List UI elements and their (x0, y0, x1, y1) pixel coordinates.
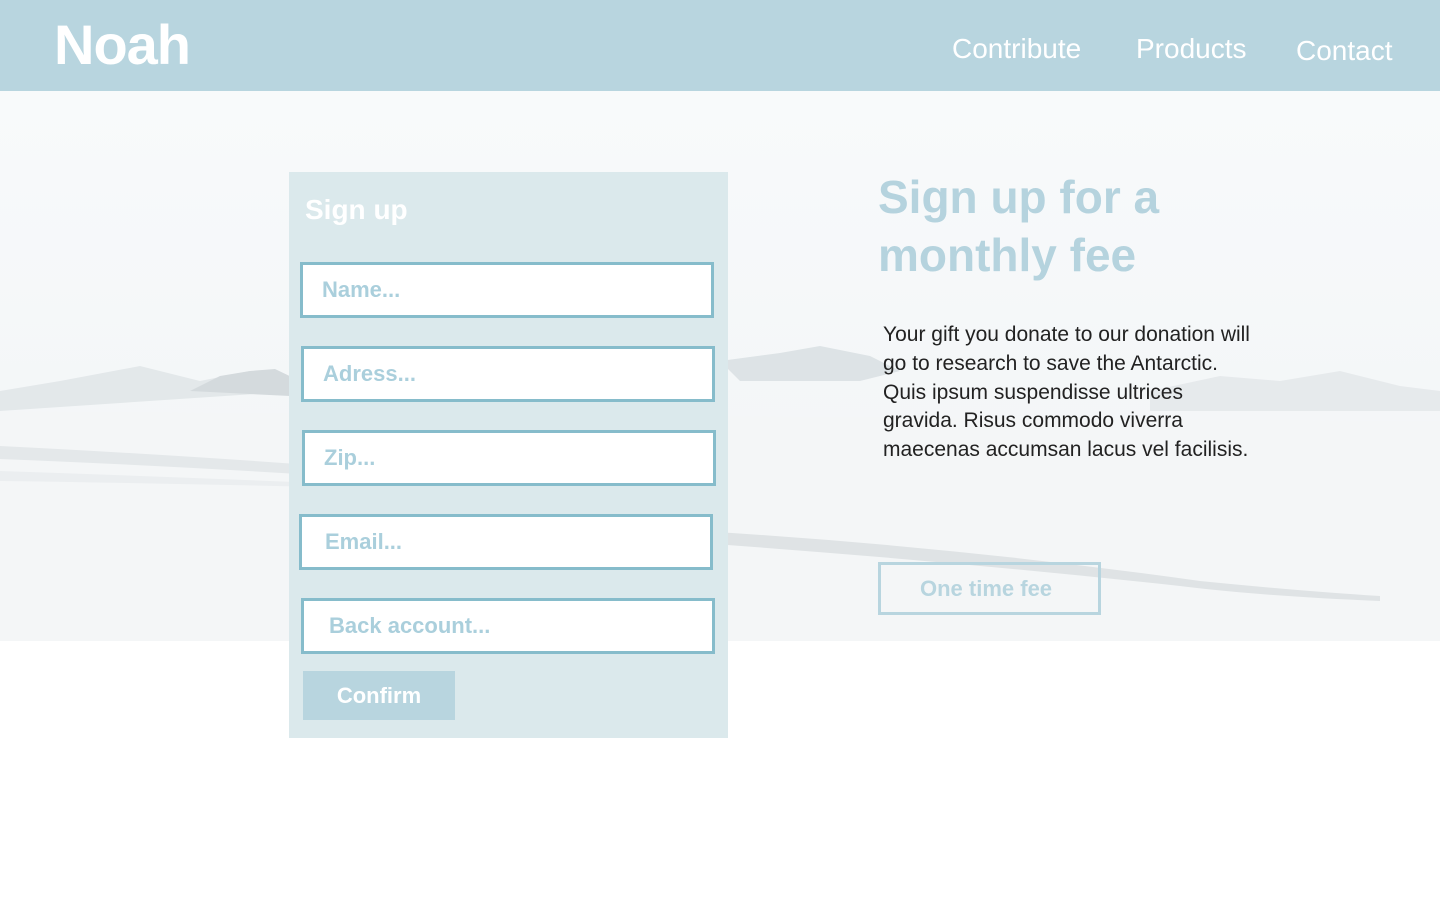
signup-form-title: Sign up (305, 194, 408, 225)
nav-link-contact[interactable]: Contact (1296, 35, 1393, 67)
name-input[interactable] (300, 262, 714, 318)
bank-account-input[interactable] (301, 598, 715, 654)
email-input[interactable] (299, 514, 713, 570)
top-navigation-bar: Noah Contribute Products Contact (0, 0, 1440, 91)
promo-headline: Sign up for a monthly fee (878, 171, 1160, 281)
confirm-button[interactable]: Confirm (303, 671, 455, 720)
adress-input[interactable] (301, 346, 715, 402)
nav-link-products[interactable]: Products (1136, 33, 1247, 65)
one-time-fee-button[interactable]: One time fee (878, 562, 1101, 615)
brand-logo[interactable]: Noah (54, 14, 191, 76)
zip-input[interactable] (302, 430, 716, 486)
nav-link-contribute[interactable]: Contribute (952, 33, 1081, 65)
promo-description: Your gift you donate to our donation wil… (883, 323, 1250, 462)
